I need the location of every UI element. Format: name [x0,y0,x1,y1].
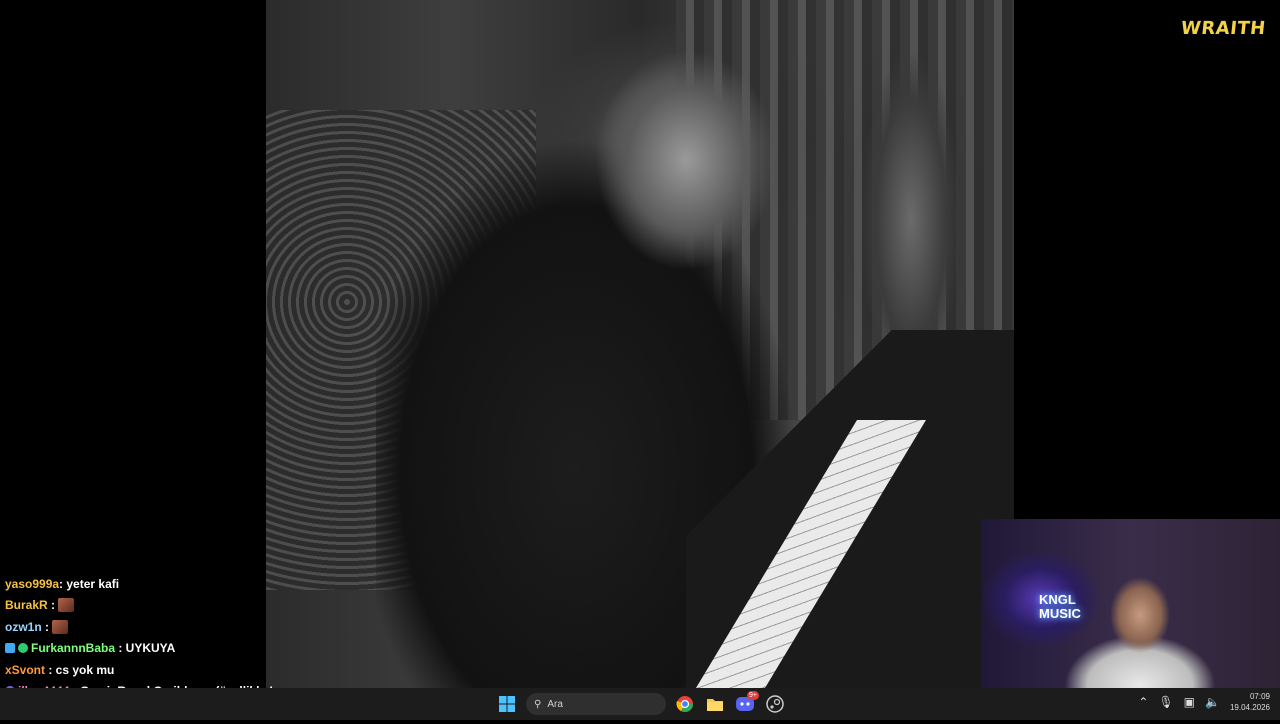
chat-text: : cs yok mu [45,663,114,677]
chat-text: : yeter kafi [59,577,119,591]
steam-icon[interactable] [764,693,786,715]
chat-username: xSvont [5,663,45,677]
chat-message: BurakR : [0,595,284,617]
emote-icon [52,620,68,634]
brand-logo: WRAITH [1180,18,1267,39]
file-explorer-icon[interactable] [704,693,726,715]
streamer [1065,575,1215,688]
chat-line-cut [0,552,284,574]
taskbar-search[interactable]: ⚲ Ara [526,693,666,715]
chat-username: ozw1n [5,620,42,634]
chevron-up-icon[interactable]: ⌃ [1138,695,1148,709]
discord-icon[interactable]: 9+ [734,693,756,715]
webcam-feed: KNGL MUSIC [981,519,1280,688]
system-tray: ⌃ 🎙 ▣ 🔈 07:09 19.04.2026 [1138,691,1270,713]
chat-message: xSvont : cs yok mu [0,660,284,682]
volume-icon[interactable]: 🔈 [1205,695,1220,709]
clock-date: 19.04.2026 [1230,702,1270,713]
taskbar-apps: ⚲ Ara 9+ [496,692,786,716]
network-icon[interactable]: ▣ [1184,695,1195,709]
taskbar: ⚲ Ara 9+ ⌃ 🎙 ▣ 🔈 07:09 19.04.2026 [0,688,1280,720]
clock-time: 07:09 [1230,691,1270,702]
discord-badge: 9+ [747,691,759,700]
search-icon: ⚲ [534,699,541,710]
chat-text: : [48,598,55,612]
windows-start-icon[interactable] [496,693,518,715]
chat-username: yaso999a [5,577,59,591]
badge-icon [18,643,28,653]
chat-message: FurkannnBaba : UYKUYA [0,638,284,660]
chat-text: : UYKUYA [115,641,175,655]
chrome-icon[interactable] [674,693,696,715]
emote-icon [58,598,74,612]
chat-overlay: yaso999a: yeter kafi BurakR : ozw1n : Fu… [0,560,284,690]
stream-main-image [266,0,1014,688]
chat-message: yaso999a: yeter kafi [0,574,284,596]
clock[interactable]: 07:09 19.04.2026 [1230,691,1270,713]
chat-message: ozw1n : [0,617,284,639]
search-placeholder: Ara [547,699,563,710]
chat-username: FurkannnBaba [31,641,115,655]
microphone-icon[interactable]: 🎙 [1158,695,1173,709]
chat-text: : [42,620,49,634]
chat-username: BurakR [5,598,48,612]
badge-icon [5,643,15,653]
